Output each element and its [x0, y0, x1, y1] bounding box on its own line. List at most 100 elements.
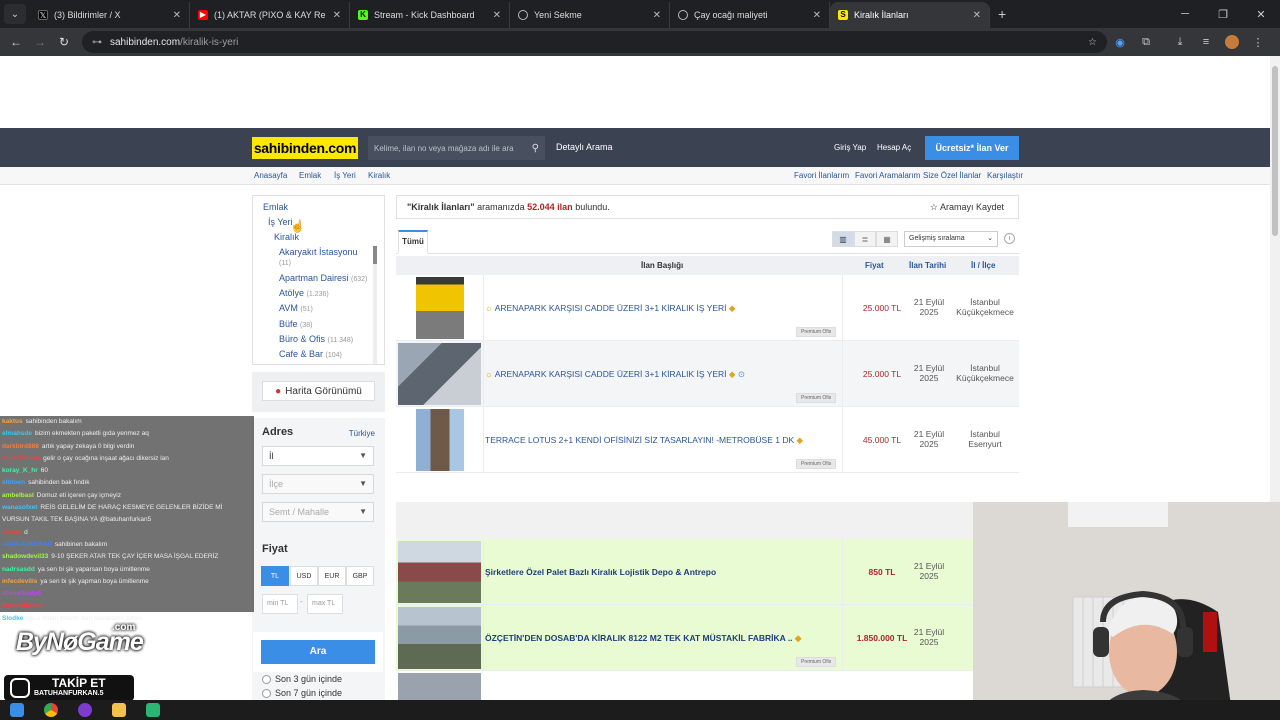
- category-item[interactable]: Büro & Ofis (11.348): [279, 334, 353, 344]
- browser-tab[interactable]: 𝕏 (3) Bildirimler / X ✕: [30, 2, 190, 28]
- login-link[interactable]: Giriş Yap: [834, 143, 866, 152]
- listing-thumbnail[interactable]: [416, 277, 464, 339]
- close-tab-icon[interactable]: ✕: [973, 10, 981, 21]
- category-kiralik[interactable]: Kiralık: [274, 232, 299, 242]
- col-price[interactable]: Fiyat: [865, 261, 884, 270]
- category-item[interactable]: Cafe & Bar (104): [279, 349, 342, 359]
- register-link[interactable]: Hesap Aç: [877, 143, 911, 152]
- category-emlak[interactable]: Emlak: [263, 202, 288, 212]
- currency-usd-button[interactable]: USD: [290, 566, 318, 586]
- category-item[interactable]: AVM (51): [279, 303, 313, 313]
- app-icon[interactable]: [78, 703, 92, 717]
- chrome-icon[interactable]: [44, 703, 58, 717]
- extensions-puzzle-icon[interactable]: ⧉: [1133, 36, 1159, 49]
- windows-start-icon[interactable]: [10, 703, 24, 717]
- restore-icon[interactable]: ❐: [1204, 0, 1242, 28]
- close-tab-icon[interactable]: ✕: [493, 10, 501, 21]
- max-price-input[interactable]: max TL: [307, 594, 343, 614]
- address-bar[interactable]: ⊶ sahibinden.com/kiralik-is-yeri ☆: [82, 31, 1107, 53]
- app-icon[interactable]: [146, 703, 160, 717]
- listing-thumbnail[interactable]: [398, 673, 481, 700]
- profile-avatar[interactable]: [1225, 35, 1239, 49]
- browser-tab[interactable]: Yeni Sekme ✕: [510, 2, 670, 28]
- min-price-input[interactable]: min TL: [262, 594, 298, 614]
- tab-all[interactable]: Tümü: [398, 230, 428, 254]
- ilce-select[interactable]: İlçe ▼: [262, 474, 374, 494]
- breadcrumb-item[interactable]: Anasayfa: [254, 171, 287, 180]
- table-row[interactable]: Şirketlere Özel Palet Bazlı Kiralık Loji…: [396, 539, 1019, 605]
- breadcrumb-item[interactable]: Kiralık: [368, 171, 390, 180]
- compact-view-icon[interactable]: ≣: [854, 231, 876, 247]
- favorite-searches-link[interactable]: Favori Aramalarım: [855, 171, 920, 180]
- listing-thumbnail[interactable]: [398, 343, 481, 405]
- category-scrollbar[interactable]: [373, 246, 377, 364]
- site-info-icon[interactable]: ⊶: [92, 37, 102, 48]
- forward-arrow-icon[interactable]: →: [28, 35, 52, 49]
- back-arrow-icon[interactable]: ←: [4, 35, 28, 49]
- breadcrumb-item[interactable]: Emlak: [299, 171, 321, 180]
- extension-audio-icon[interactable]: ◉: [1107, 36, 1133, 49]
- table-row[interactable]: [396, 671, 1019, 700]
- browser-menu-icon[interactable]: ⋮: [1245, 36, 1271, 49]
- site-search-input[interactable]: Kelime, ilan no veya mağaza adı ile ara …: [368, 136, 545, 160]
- info-icon[interactable]: i: [1004, 233, 1015, 244]
- table-row[interactable]: TERRACE LOTUS 2+1 KENDİ OFİSİNİZİ SİZ TA…: [396, 407, 1019, 473]
- sort-select[interactable]: Gelişmiş sıralama ⌄: [904, 231, 998, 247]
- category-item[interactable]: Büfe (38): [279, 319, 312, 329]
- semt-select[interactable]: Semt / Mahalle ▼: [262, 502, 374, 522]
- close-tab-icon[interactable]: ✕: [333, 10, 341, 21]
- search-button[interactable]: Ara: [261, 640, 375, 664]
- listing-thumbnail[interactable]: [398, 541, 481, 603]
- save-search-link[interactable]: ☆ Aramayı Kaydet: [930, 196, 1004, 218]
- listing-title[interactable]: ÖZÇETİN'DEN DOSAB'DA KİRALIK 8122 M2 TEK…: [485, 633, 825, 644]
- col-date[interactable]: İlan Tarihi: [909, 261, 946, 270]
- table-row[interactable]: ☼ ARENAPARK KARŞISI CADDE ÜZERİ 3+1 KİRA…: [396, 341, 1019, 407]
- breadcrumb-item[interactable]: İş Yeri: [334, 171, 356, 180]
- category-item[interactable]: Apartman Dairesi (632): [279, 273, 367, 283]
- listing-title[interactable]: ☼ ARENAPARK KARŞISI CADDE ÜZERİ 3+1 KİRA…: [485, 303, 825, 314]
- post-ad-button[interactable]: Ücretsiz* İlan Ver: [925, 136, 1019, 160]
- close-tab-icon[interactable]: ✕: [653, 10, 661, 21]
- category-item[interactable]: Atölye (1.236): [279, 288, 329, 298]
- bookmark-star-icon[interactable]: ☆: [1088, 37, 1097, 48]
- address-country-link[interactable]: Türkiye: [349, 429, 375, 438]
- reload-icon[interactable]: ↻: [52, 35, 76, 49]
- reading-list-icon[interactable]: ≡: [1193, 36, 1219, 48]
- site-logo[interactable]: sahibinden.com: [252, 137, 358, 159]
- close-tab-icon[interactable]: ✕: [173, 10, 181, 21]
- special-ads-link[interactable]: Size Özel İlanlar: [923, 171, 981, 180]
- browser-tab[interactable]: K Stream - Kick Dashboard ✕: [350, 2, 510, 28]
- category-is-yeri[interactable]: İş Yeri: [268, 217, 293, 227]
- table-row[interactable]: ÖZÇETİN'DEN DOSAB'DA KİRALIK 8122 M2 TEK…: [396, 605, 1019, 671]
- listing-thumbnail[interactable]: [416, 409, 464, 471]
- currency-tl-button[interactable]: TL: [261, 566, 289, 586]
- minimize-icon[interactable]: ─: [1166, 0, 1204, 28]
- search-icon[interactable]: ⚲: [532, 143, 539, 154]
- folder-icon[interactable]: [112, 703, 126, 717]
- list-view-icon[interactable]: ▥: [832, 231, 854, 247]
- favorite-ads-link[interactable]: Favori İlanlarım: [794, 171, 849, 180]
- il-select[interactable]: İl ▼: [262, 446, 374, 466]
- date-radio-3days[interactable]: Son 3 gün içinde: [262, 674, 342, 684]
- compare-link[interactable]: Karşılaştır: [987, 171, 1023, 180]
- tab-search-button[interactable]: ⌄: [4, 4, 26, 24]
- listing-thumbnail[interactable]: [398, 607, 481, 669]
- new-tab-plus-icon[interactable]: +: [998, 6, 1006, 22]
- col-location[interactable]: İl / İlçe: [971, 261, 995, 270]
- download-icon[interactable]: ⤓: [1167, 36, 1193, 49]
- scrollbar-thumb[interactable]: [1272, 66, 1278, 236]
- currency-eur-button[interactable]: EUR: [318, 566, 346, 586]
- grid-view-icon[interactable]: ▦: [876, 231, 898, 247]
- browser-tab[interactable]: ▶ (1) AKTAR (PIXO & KAY Re ✕: [190, 2, 350, 28]
- date-radio-7days[interactable]: Son 7 gün içinde: [262, 688, 342, 698]
- currency-gbp-button[interactable]: GBP: [346, 566, 374, 586]
- listing-title[interactable]: ☼ ARENAPARK KARŞISI CADDE ÜZERİ 3+1 KİRA…: [485, 369, 825, 380]
- close-window-icon[interactable]: ✕: [1242, 0, 1280, 28]
- close-tab-icon[interactable]: ✕: [813, 10, 821, 21]
- category-item[interactable]: Akaryakıt İstasyonu (11): [279, 247, 358, 267]
- table-row[interactable]: ☼ ARENAPARK KARŞISI CADDE ÜZERİ 3+1 KİRA…: [396, 275, 1019, 341]
- browser-tab[interactable]: Çay ocağı maliyeti ✕: [670, 2, 830, 28]
- listing-title[interactable]: Şirketlere Özel Palet Bazlı Kiralık Loji…: [485, 567, 825, 577]
- listing-title[interactable]: TERRACE LOTUS 2+1 KENDİ OFİSİNİZİ SİZ TA…: [485, 435, 825, 446]
- detailed-search-link[interactable]: Detaylı Arama: [556, 142, 613, 152]
